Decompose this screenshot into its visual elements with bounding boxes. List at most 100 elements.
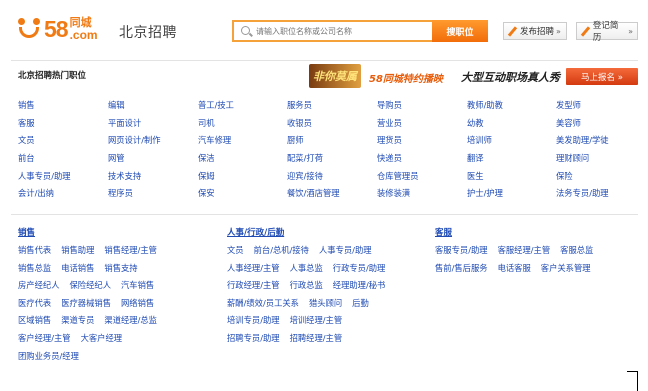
signup-button[interactable]: 马上报名 » [566, 68, 638, 85]
hot-job-link[interactable]: 医生 [467, 170, 556, 188]
hot-job-link[interactable]: 理财顾问 [556, 152, 636, 170]
hot-job-link[interactable]: 理货员 [377, 134, 467, 152]
smile-logo-icon [16, 16, 42, 42]
hot-job-link[interactable]: 收银员 [287, 117, 377, 135]
hot-job-link[interactable]: 保安 [198, 187, 287, 205]
search-button[interactable]: 搜职位 [432, 20, 488, 42]
hot-job-link[interactable]: 人事专员/助理 [18, 170, 108, 188]
hot-job-link[interactable]: 普工/技工 [198, 99, 287, 117]
job-link[interactable]: 客服经理/主管 [498, 244, 551, 262]
job-link[interactable]: 前台/总机/接待 [254, 244, 309, 262]
job-link[interactable]: 后勤 [352, 297, 369, 315]
job-link[interactable]: 电话销售 [61, 262, 94, 280]
job-link[interactable]: 销售经理/主管 [104, 244, 157, 262]
hot-job-link[interactable]: 教师/助教 [467, 99, 556, 117]
pencil-icon [581, 27, 590, 36]
category-title[interactable]: 人事/行政/后勤 [227, 226, 395, 238]
job-link[interactable]: 区域销售 [18, 314, 51, 332]
job-link[interactable]: 行政专员/助理 [333, 262, 386, 280]
hot-job-link[interactable]: 编辑 [108, 99, 198, 117]
promo-banner[interactable]: 非你莫属 58同城特约播映 大型互动职场真人秀 马上报名 » [309, 64, 639, 88]
job-link[interactable]: 客户关系管理 [541, 262, 591, 280]
hot-job-link[interactable]: 美发助理/学徒 [556, 134, 636, 152]
job-link[interactable]: 经理助理/秘书 [333, 279, 386, 297]
hot-job-link[interactable]: 服务员 [287, 99, 377, 117]
hot-job-link[interactable]: 仓库管理员 [377, 170, 467, 188]
job-link[interactable]: 渠道专员 [61, 314, 94, 332]
job-link[interactable]: 行政总监 [290, 279, 323, 297]
category-row: 培训专员/助理 培训经理/主管 [227, 314, 395, 332]
job-link[interactable]: 医疗器械销售 [61, 297, 111, 315]
hot-job-link[interactable]: 司机 [198, 117, 287, 135]
hot-job-link[interactable]: 餐饮/酒店管理 [287, 187, 377, 205]
hot-job-link[interactable]: 文员 [18, 134, 108, 152]
search-icon [241, 26, 250, 35]
hot-job-link[interactable]: 前台 [18, 152, 108, 170]
job-link[interactable]: 网络销售 [121, 297, 154, 315]
job-link[interactable]: 团购业务员/经理 [18, 350, 79, 368]
site-logo[interactable]: 58 同城 .com [16, 14, 98, 44]
hot-job-link[interactable]: 保洁 [198, 152, 287, 170]
job-link[interactable]: 培训专员/助理 [227, 314, 280, 332]
hot-job-link[interactable]: 营业员 [377, 117, 467, 135]
category-title[interactable]: 销售 [18, 226, 167, 238]
hot-job-link[interactable]: 培训师 [467, 134, 556, 152]
job-link[interactable]: 销售支持 [104, 262, 137, 280]
hot-job-link[interactable]: 厨师 [287, 134, 377, 152]
category-title[interactable]: 客服 [435, 226, 603, 238]
hot-job-link[interactable]: 保姆 [198, 170, 287, 188]
hot-job-link[interactable]: 发型师 [556, 99, 636, 117]
hot-job-link[interactable]: 导购员 [377, 99, 467, 117]
hot-job-link[interactable]: 保险 [556, 170, 636, 188]
hot-job-link[interactable]: 网管 [108, 152, 198, 170]
hot-job-link[interactable]: 程序员 [108, 187, 198, 205]
publish-job-button[interactable]: 发布招聘 » [503, 22, 567, 40]
job-link[interactable]: 大客户经理 [81, 332, 123, 350]
category-row: 区域销售 渠道专员 渠道经理/总监 [18, 314, 167, 332]
hot-job-link[interactable]: 技术支持 [108, 170, 198, 188]
job-link[interactable]: 客户经理/主管 [18, 332, 71, 350]
job-link[interactable]: 销售代表 [18, 244, 51, 262]
hot-job-link[interactable]: 护士/护理 [467, 187, 556, 205]
hot-job-link[interactable]: 销售 [18, 99, 108, 117]
search-input[interactable] [256, 24, 428, 38]
hot-job-link[interactable]: 法务专员/助理 [556, 187, 636, 205]
job-link[interactable]: 销售总监 [18, 262, 51, 280]
hot-job-link[interactable]: 装修装潢 [377, 187, 467, 205]
job-link[interactable]: 人事经理/主管 [227, 262, 280, 280]
category-row: 销售代表 销售助理 销售经理/主管 [18, 244, 167, 262]
job-link[interactable]: 行政经理/主管 [227, 279, 280, 297]
job-link[interactable]: 房产经纪人 [18, 279, 60, 297]
job-link[interactable]: 人事总监 [290, 262, 323, 280]
hot-job-link[interactable]: 会计/出纳 [18, 187, 108, 205]
job-link[interactable]: 保险经纪人 [70, 279, 112, 297]
job-link[interactable]: 招聘专员/助理 [227, 332, 280, 350]
job-link[interactable]: 客服专员/助理 [435, 244, 488, 262]
job-link[interactable]: 猎头顾问 [309, 297, 342, 315]
job-link[interactable]: 人事专员/助理 [319, 244, 372, 262]
job-link[interactable]: 招聘经理/主管 [290, 332, 343, 350]
register-resume-button[interactable]: 登记简历 » [576, 21, 638, 43]
job-link[interactable]: 文员 [227, 244, 244, 262]
job-link[interactable]: 电话客服 [498, 262, 531, 280]
hot-job-link[interactable]: 翻译 [467, 152, 556, 170]
chevron-right-icon: » [628, 26, 633, 36]
hot-job-link[interactable]: 快递员 [377, 152, 467, 170]
hot-job-link[interactable]: 网页设计/制作 [108, 134, 198, 152]
hot-job-link[interactable]: 幼教 [467, 117, 556, 135]
hot-job-link[interactable]: 配菜/打荷 [287, 152, 377, 170]
job-link[interactable]: 客服总监 [560, 244, 593, 262]
job-link[interactable]: 培训经理/主管 [290, 314, 343, 332]
hot-job-link[interactable]: 美容师 [556, 117, 636, 135]
hot-job-link[interactable]: 平面设计 [108, 117, 198, 135]
category-row: 行政经理/主管 行政总监 经理助理/秘书 [227, 279, 395, 297]
job-link[interactable]: 售前/售后服务 [435, 262, 488, 280]
hot-job-link[interactable]: 迎宾/接待 [287, 170, 377, 188]
job-link[interactable]: 渠道经理/总监 [104, 314, 157, 332]
job-link[interactable]: 汽车销售 [121, 279, 154, 297]
job-link[interactable]: 医疗代表 [18, 297, 51, 315]
job-link[interactable]: 薪酬/绩效/员工关系 [227, 297, 299, 315]
hot-job-link[interactable]: 汽车修理 [198, 134, 287, 152]
hot-job-link[interactable]: 客服 [18, 117, 108, 135]
job-link[interactable]: 销售助理 [61, 244, 94, 262]
